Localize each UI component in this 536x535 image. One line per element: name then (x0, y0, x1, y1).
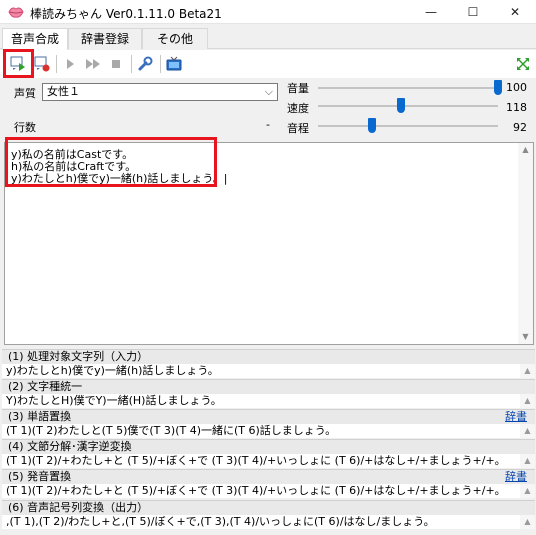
speed-label: 速度 (287, 102, 309, 115)
tab-speech-synthesis[interactable]: 音声合成 (2, 28, 68, 50)
section-line-pronunciation: (T 1)(T 2)/+わたし+と (T 5)/+ぼく+で (T 3)(T 4)… (2, 484, 535, 498)
section-text: y)わたしとh)僕でy)一緒(h)話しましょう。 (6, 364, 219, 377)
slider-track (318, 87, 498, 89)
expand-icon[interactable] (513, 54, 533, 74)
dictionary-link[interactable]: 辞書 (505, 470, 527, 484)
wrench-icon[interactable] (135, 54, 155, 74)
lips-icon (8, 7, 24, 18)
scroll-up-icon[interactable]: ▲ (518, 143, 533, 157)
fast-forward-icon[interactable] (83, 54, 103, 74)
scroll-icon[interactable]: ▲ (520, 515, 535, 529)
volume-value: 100 (506, 81, 527, 94)
editor-scrollbar[interactable]: ▲ ▼ (518, 143, 533, 344)
section-line-output: ,(T 1),(T 2)/わたし+と,(T 5)/ぼく+で,(T 3),(T 4… (2, 515, 535, 529)
toolbar-separator (56, 55, 57, 73)
minimize-button[interactable]: — (410, 0, 452, 24)
section-title: (6) 音声記号列変換（出力） (8, 501, 149, 514)
toolbar-separator (160, 55, 161, 73)
scroll-icon[interactable]: ▲ (520, 424, 535, 438)
scroll-icon[interactable]: ▲ (520, 484, 535, 498)
section-head-phrase-split: (4) 文節分解･漢字逆変換 (2, 439, 535, 454)
pitch-label: 音程 (287, 122, 309, 135)
speed-slider[interactable] (318, 98, 498, 114)
stop-speak-icon[interactable] (32, 54, 52, 74)
scroll-icon[interactable]: ▲ (520, 364, 535, 378)
volume-slider[interactable] (318, 80, 502, 96)
tab-other[interactable]: その他 (142, 28, 208, 49)
maximize-button[interactable]: ☐ (452, 0, 494, 24)
speed-value: 118 (506, 101, 527, 114)
section-title: (4) 文節分解･漢字逆変換 (8, 440, 132, 453)
section-text: (T 1)(T 2)/+わたし+と (T 5)/+ぼく+で (T 3)(T 4)… (6, 484, 506, 497)
section-line-phrase-split: (T 1)(T 2)/+わたし+と (T 5)/+ぼく+で (T 3)(T 4)… (2, 454, 535, 468)
toolbar-separator (131, 55, 132, 73)
pitch-slider[interactable] (318, 118, 498, 134)
tv-icon[interactable] (164, 54, 184, 74)
section-title: (2) 文字種統一 (8, 380, 83, 393)
section-title: (1) 処理対象文字列（入力） (8, 350, 149, 363)
section-line-input: y)わたしとh)僕でy)一緒(h)話しましょう。 ▲ (2, 364, 535, 378)
close-button[interactable]: ✕ (494, 0, 536, 24)
section-text: Y)わたしとH)僕でY)一緒(H)話しましょう。 (6, 394, 222, 407)
section-head-pronunciation: (5) 発音置換 辞書 (2, 469, 535, 484)
section-text: (T 1)(T 2)わたしと(T 5)僕で(T 3)(T 4)一緒に(T 6)話… (6, 424, 337, 437)
slider-track (318, 105, 498, 107)
section-head-output: (6) 音声記号列変換（出力） (2, 500, 535, 515)
volume-label: 音量 (287, 82, 309, 95)
slider-track (318, 125, 498, 127)
voice-selected-value: 女性１ (47, 85, 80, 98)
scroll-icon[interactable]: ▲ (520, 454, 535, 468)
tab-dictionary[interactable]: 辞書登録 (68, 28, 142, 49)
play-icon[interactable] (60, 54, 80, 74)
lines-label: 行数 (14, 121, 36, 134)
section-text: (T 1)(T 2)/+わたし+と (T 5)/+ぼく+で (T 3)(T 4)… (6, 454, 506, 467)
stop-icon[interactable] (106, 54, 126, 74)
section-text: ,(T 1),(T 2)/わたし+と,(T 5)/ぼく+で,(T 3),(T 4… (6, 515, 435, 528)
lines-value: - (266, 118, 270, 131)
section-head-normalize: (2) 文字種統一 (2, 379, 535, 394)
pitch-value: 92 (513, 121, 527, 134)
title-bar: 棒読みちゃん Ver0.1.11.0 Beta21 — ☐ ✕ (0, 0, 536, 24)
scroll-down-icon[interactable]: ▼ (518, 330, 533, 344)
section-title: (5) 発音置換 (8, 470, 72, 483)
section-head-input: (1) 処理対象文字列（入力） (2, 349, 535, 364)
section-line-word-replace: (T 1)(T 2)わたしと(T 5)僕で(T 3)(T 4)一緒に(T 6)話… (2, 424, 535, 438)
highlight-editor-text (5, 137, 217, 187)
section-title: (3) 単語置換 (8, 410, 72, 423)
voice-select[interactable]: 女性１ ⌵ (42, 83, 278, 101)
highlight-speak-button (3, 49, 34, 78)
voice-label: 声質 (14, 87, 36, 100)
slider-thumb[interactable] (368, 118, 376, 133)
section-head-word-replace: (3) 単語置換 辞書 (2, 409, 535, 424)
chevron-down-icon: ⌵ (264, 85, 273, 98)
toolbar (0, 50, 536, 78)
tab-bar: 音声合成 辞書登録 その他 (0, 28, 536, 50)
slider-thumb[interactable] (396, 98, 405, 113)
scroll-icon[interactable]: ▲ (520, 394, 535, 408)
dictionary-link[interactable]: 辞書 (505, 410, 527, 424)
window-title: 棒読みちゃん Ver0.1.11.0 Beta21 (30, 7, 222, 21)
section-line-normalize: Y)わたしとH)僕でY)一緒(H)話しましょう。 ▲ (2, 394, 535, 408)
